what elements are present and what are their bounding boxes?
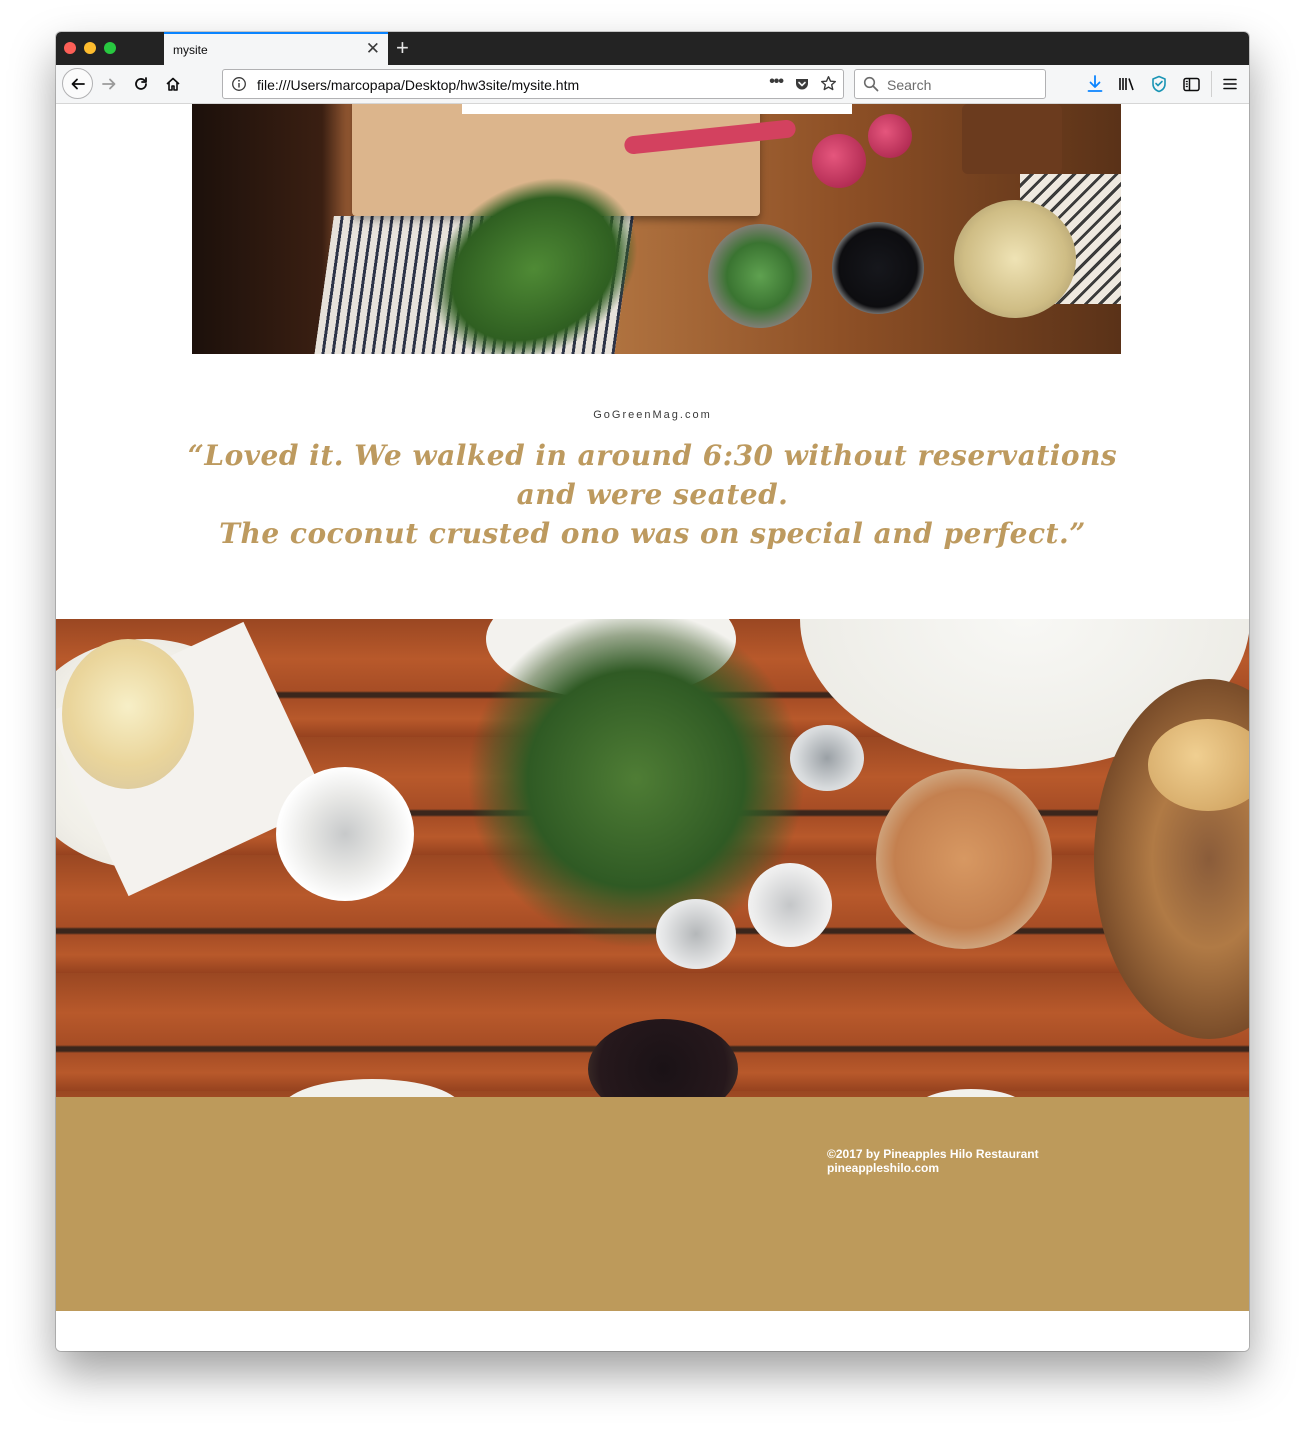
hero-image-kitchen-table <box>192 104 1121 354</box>
search-bar[interactable]: Search <box>854 69 1046 99</box>
info-icon[interactable] <box>231 76 247 97</box>
footer-copyright: ©2017 by Pineapples Hilo Restaurant <box>827 1147 1039 1161</box>
plate <box>916 1089 1026 1097</box>
home-icon <box>166 77 180 91</box>
download-icon[interactable] <box>1085 74 1105 94</box>
navigation-toolbar: file:///Users/marcopapa/Desktop/hw3site/… <box>56 65 1249 104</box>
review-source: GoGreenMag.com <box>593 409 712 421</box>
review-quote-line: The coconut crusted ono was on special a… <box>219 517 1086 550</box>
toolbar-separator <box>1211 71 1212 97</box>
tab-mysite[interactable]: mysite ✕ <box>164 32 388 65</box>
reload-icon <box>135 77 147 90</box>
salt-shaker <box>276 767 414 901</box>
review-quote-line: and were seated. <box>516 478 789 511</box>
radish <box>868 114 912 158</box>
library-icon[interactable] <box>1117 74 1137 94</box>
close-window-button[interactable] <box>64 42 76 54</box>
radish <box>812 134 866 188</box>
browser-window: mysite ✕ + file:///Users/marcopapa/Deskt… <box>56 32 1249 1351</box>
new-tab-button[interactable]: + <box>396 36 409 60</box>
tab-bar: mysite ✕ + <box>56 32 1249 65</box>
reload-button[interactable] <box>130 73 152 95</box>
review-quote: “Loved it. We walked in around 6:30 with… <box>56 436 1249 553</box>
url-text[interactable]: file:///Users/marcopapa/Desktop/hw3site/… <box>257 77 579 93</box>
herb-glass <box>708 224 812 328</box>
table-photo-image <box>56 619 1249 1097</box>
sidebar-icon[interactable] <box>1181 74 1201 94</box>
search-icon <box>863 76 879 97</box>
page-actions-icon[interactable]: ••• <box>769 73 784 91</box>
site-footer: ©2017 by Pineapples Hilo Restaurant pine… <box>56 1097 1249 1311</box>
sauerkraut-jar <box>954 200 1076 318</box>
plate <box>282 1079 462 1097</box>
hamburger-menu-icon[interactable] <box>1220 74 1240 94</box>
maximize-window-button[interactable] <box>104 42 116 54</box>
dessert-glass <box>62 639 194 789</box>
star-icon[interactable] <box>820 75 837 97</box>
salt-shaker <box>656 899 736 969</box>
tab-close-icon[interactable]: ✕ <box>366 40 380 58</box>
search-placeholder[interactable]: Search <box>887 77 931 93</box>
home-button[interactable] <box>162 73 184 95</box>
footer-text: ©2017 by Pineapples Hilo Restaurant pine… <box>827 1147 1039 1175</box>
url-bar[interactable]: file:///Users/marcopapa/Desktop/hw3site/… <box>222 69 844 99</box>
shield-icon[interactable] <box>1149 74 1169 94</box>
minimize-window-button[interactable] <box>84 42 96 54</box>
peppercorn-cup <box>832 222 924 314</box>
wine-glass <box>588 1019 738 1097</box>
forward-button[interactable] <box>98 73 120 95</box>
beer-glass <box>876 769 1052 949</box>
back-button[interactable] <box>62 68 93 99</box>
tab-title: mysite <box>173 43 208 57</box>
review-section: GoGreenMag.com “Loved it. We walked in a… <box>56 409 1249 553</box>
pepper-shaker <box>748 863 832 947</box>
hero-top-notch <box>462 104 852 114</box>
back-arrow-icon <box>71 78 85 89</box>
forward-arrow-icon <box>102 78 116 90</box>
pocket-icon[interactable] <box>794 76 810 97</box>
spice-dish <box>962 104 1062 174</box>
milk-jug <box>790 725 864 791</box>
footer-site-link[interactable]: pineappleshilo.com <box>827 1161 1039 1175</box>
review-quote-line: “Loved it. We walked in around 6:30 with… <box>187 439 1118 472</box>
page-content: GoGreenMag.com “Loved it. We walked in a… <box>56 104 1249 1351</box>
